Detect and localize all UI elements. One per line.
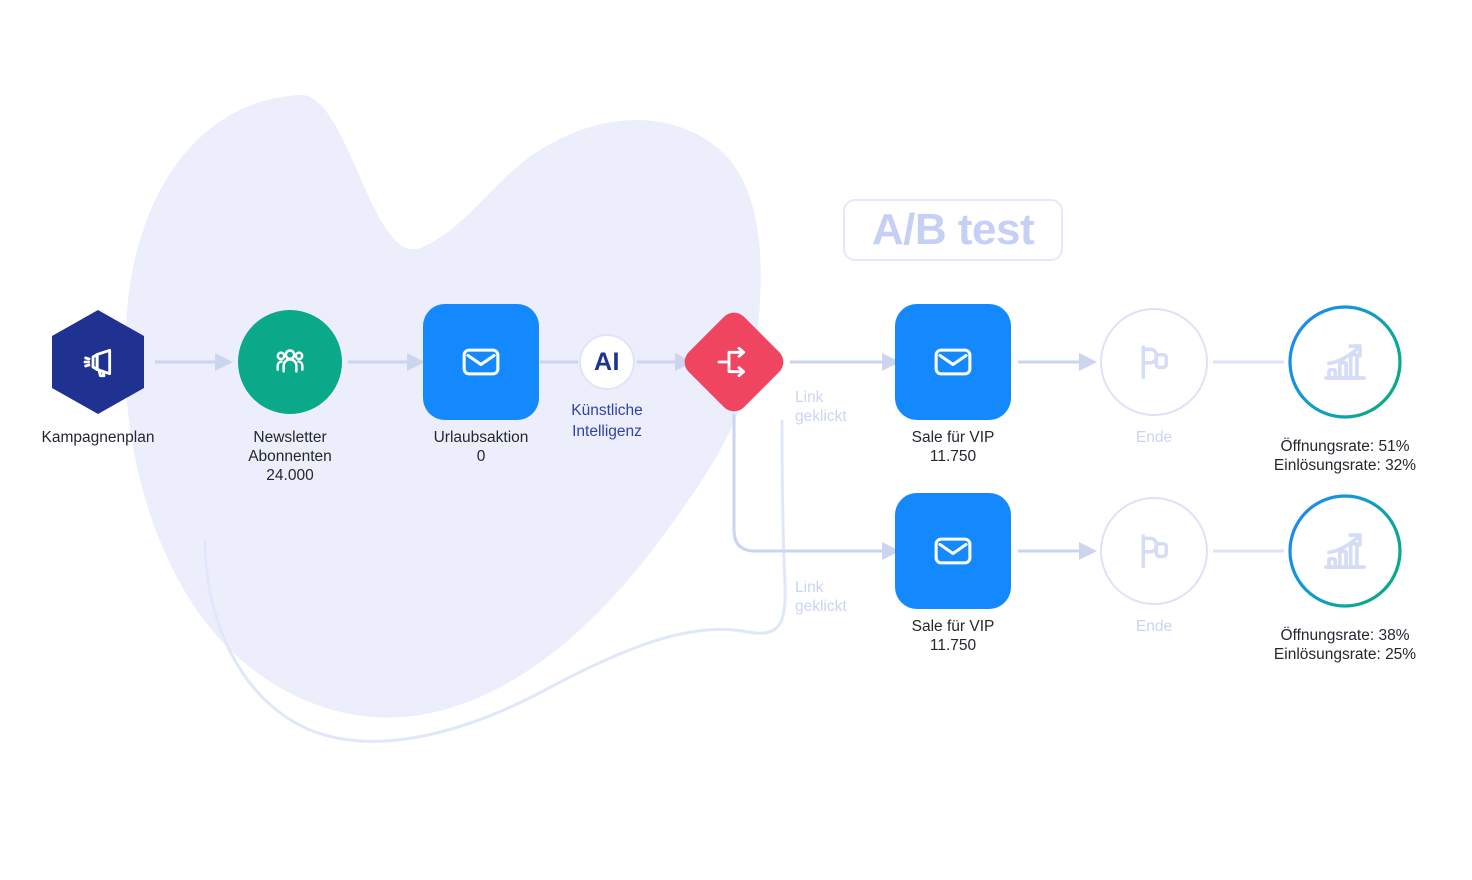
rounded-square-shape (895, 304, 1011, 420)
hexagon-shape (52, 310, 144, 414)
analytics-b-open-rate: Öffnungsrate: 38% (1280, 627, 1410, 644)
ab-test-badge: A/B test (843, 199, 1063, 261)
urlaubsaktion-count: 0 (476, 448, 486, 465)
label-line-1: Link (795, 579, 824, 596)
ai-label: Künstliche Intelligenz (571, 400, 643, 442)
analytics-a-open-rate: Öffnungsrate: 51% (1280, 438, 1410, 455)
node-sale-vip-a[interactable]: Sale für VIP 11.750 (895, 304, 1011, 465)
ai-badge-text: AI (594, 347, 620, 376)
label-line-1: Sale für VIP (911, 618, 995, 635)
sale-vip-a-label: Sale für VIP 11.750 (912, 428, 995, 466)
label-line-1: Newsletter (253, 429, 327, 446)
diamond-shape (678, 306, 790, 418)
node-urlaubsaktion[interactable]: Urlaubsaktion 0 (423, 304, 539, 465)
envelope-icon (462, 348, 500, 376)
ende-b-label: Ende (1135, 618, 1173, 635)
edge-label-branch-b: Link geklickt (795, 578, 847, 616)
node-ende-b[interactable]: Ende (1100, 497, 1208, 635)
circle-shape (238, 310, 342, 414)
node-sale-vip-b[interactable]: Sale für VIP 11.750 (895, 493, 1011, 654)
urlaubsaktion-label: Urlaubsaktion 0 (434, 428, 529, 466)
gradient-circle-shape (1288, 494, 1402, 608)
label-line-1: Urlaubsaktion (433, 429, 529, 446)
subscribers-count: 24.000 (266, 467, 314, 484)
sale-vip-b-count: 11.750 (929, 637, 977, 654)
node-kampagnenplan[interactable]: Kampagnenplan (42, 310, 154, 446)
sale-vip-a-count: 11.750 (929, 448, 977, 465)
newsletter-abonnenten-label: Newsletter Abonnenten 24.000 (248, 428, 332, 485)
label-line-1: Link (795, 389, 824, 406)
node-analytics-a[interactable]: Öffnungsrate: 51% Einlösungsrate: 32% (1274, 305, 1416, 474)
analytics-b-redemption-rate: Einlösungsrate: 25% (1273, 646, 1417, 663)
flag-icon (1141, 345, 1168, 380)
growth-chart-icon (1324, 344, 1366, 380)
rounded-square-shape (423, 304, 539, 420)
label-line-1: Sale für VIP (911, 429, 995, 446)
label-line-2: geklickt (795, 408, 847, 425)
ai-circle-shape: AI (579, 334, 635, 390)
analytics-b-metrics: Öffnungsrate: 38% Einlösungsrate: 25% (1274, 626, 1416, 664)
megaphone-icon (83, 348, 112, 378)
workflow-diagram-canvas: A/B test Kampagnenplan Newsletter Abonne… (0, 0, 1472, 880)
label-line-2: Intelligenz (572, 423, 642, 440)
envelope-icon (934, 348, 972, 376)
edge-label-branch-a: Link geklickt (795, 388, 847, 426)
ende-a-label: Ende (1135, 429, 1173, 446)
label-line-2: geklickt (795, 598, 847, 615)
envelope-icon (934, 537, 972, 565)
label-line-2: Abonnenten (248, 448, 332, 465)
node-ende-a[interactable]: Ende (1100, 308, 1208, 446)
node-layer: A/B test Kampagnenplan Newsletter Abonne… (0, 0, 1472, 880)
node-split[interactable] (678, 306, 790, 418)
growth-chart-icon (1324, 533, 1366, 569)
node-ai[interactable]: AI Künstliche Intelligenz (571, 334, 643, 440)
rounded-square-shape (895, 493, 1011, 609)
label-line-1: Künstliche (571, 402, 643, 419)
kampagnenplan-label: Kampagnenplan (41, 429, 155, 446)
node-newsletter-abonnenten[interactable]: Newsletter Abonnenten 24.000 (238, 310, 342, 484)
ab-test-label: A/B test (871, 205, 1035, 254)
analytics-a-metrics: Öffnungsrate: 51% Einlösungsrate: 32% (1274, 437, 1416, 475)
people-group-icon (276, 349, 304, 373)
node-analytics-b[interactable]: Öffnungsrate: 38% Einlösungsrate: 25% (1274, 494, 1416, 663)
sale-vip-b-label: Sale für VIP 11.750 (912, 617, 995, 655)
flag-icon (1141, 534, 1168, 569)
split-branch-icon (717, 346, 746, 378)
analytics-a-redemption-rate: Einlösungsrate: 32% (1273, 457, 1417, 474)
circle-outline-shape (1100, 308, 1208, 416)
gradient-circle-shape (1288, 305, 1402, 419)
circle-outline-shape (1100, 497, 1208, 605)
